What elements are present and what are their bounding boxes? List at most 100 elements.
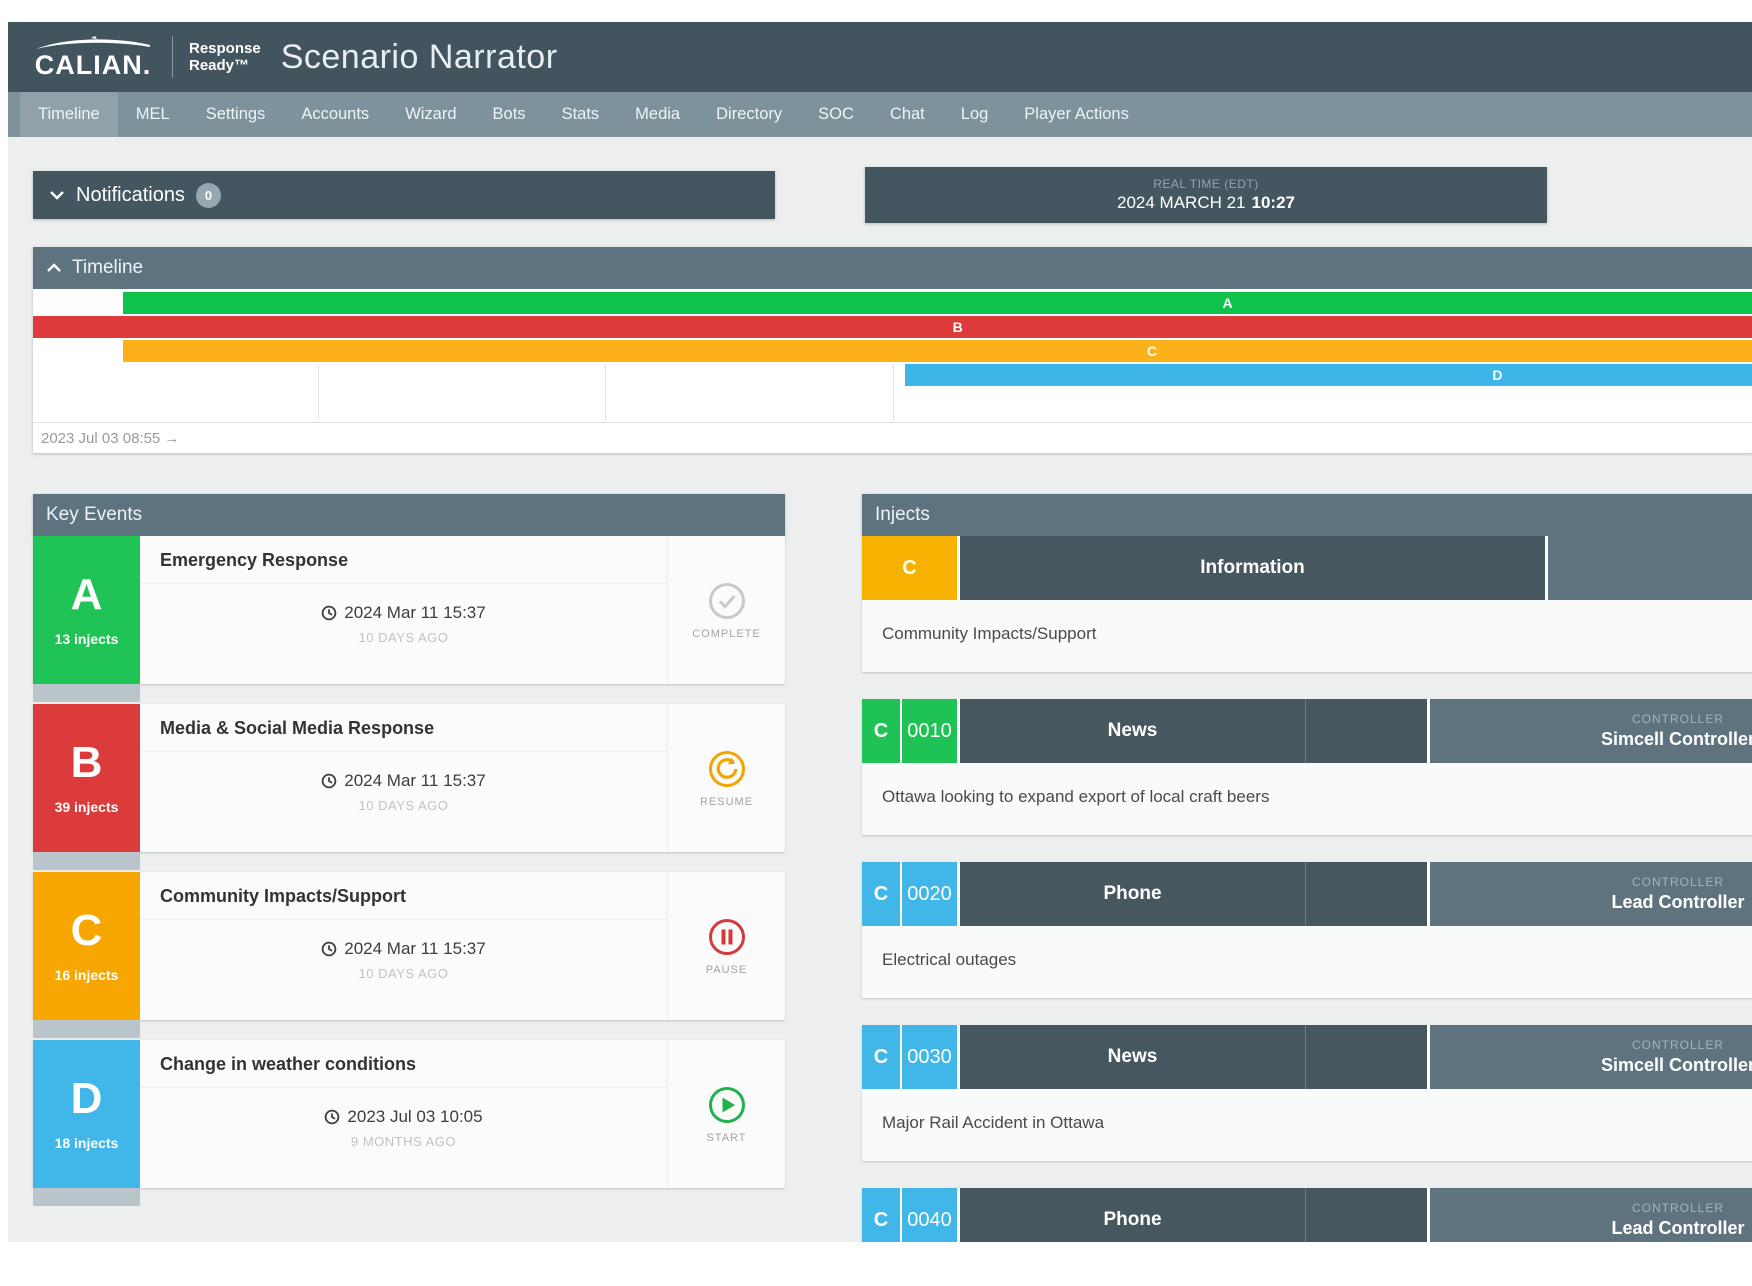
inject-body: Major Rail Accident in Ottawa — [862, 1089, 1752, 1161]
inject-item[interactable]: C 0030 News CONTROLLER Simcell Controlle… — [862, 1025, 1752, 1161]
clock-icon — [324, 1109, 340, 1125]
event-card: D 18 injects Change in weather condition… — [33, 1040, 785, 1188]
inject-controller-name: Lead Controller — [1611, 1218, 1744, 1239]
inject-controller-block: CONTROLLER Simcell Controller — [1430, 699, 1752, 763]
event-timestamp: 2024 Mar 11 15:37 — [344, 603, 485, 623]
nav-item[interactable]: Media — [617, 92, 698, 137]
injects-header: Injects — [862, 494, 1752, 536]
nav-item[interactable]: Log — [943, 92, 1007, 137]
event-timestamp: 2024 Mar 11 15:37 — [344, 771, 485, 791]
event-timestamp: 2023 Jul 03 10:05 — [347, 1107, 482, 1127]
event-title: Community Impacts/Support — [140, 872, 667, 920]
realtime-time: 10:27 — [1252, 193, 1295, 212]
inject-header-bar: C 0010 News CONTROLLER Simcell Controlle… — [862, 699, 1752, 763]
notifications-count-badge: 0 — [196, 183, 221, 208]
complete-icon — [707, 581, 747, 621]
inject-type-bar: Information — [960, 536, 1545, 600]
timeline-header[interactable]: Timeline — [33, 247, 1752, 289]
content: Notifications 0 REAL TIME (EDT) 2024 MAR… — [8, 137, 1752, 1242]
inject-controller-name: Simcell Controller — [1601, 729, 1752, 750]
event-letter: C — [71, 909, 103, 953]
nav-item[interactable]: Wizard — [387, 92, 474, 137]
brand-divider — [172, 36, 173, 78]
event-status-label: START — [706, 1132, 746, 1144]
nav-item[interactable]: Stats — [544, 92, 618, 137]
nav-item[interactable]: Bots — [475, 92, 544, 137]
notifications-bar[interactable]: Notifications 0 — [33, 171, 775, 219]
inject-item[interactable]: C 0010 News CONTROLLER Simcell Controlle… — [862, 699, 1752, 835]
inject-controller-block: CONTROLLER Lead Controller — [1430, 862, 1752, 926]
inject-item[interactable]: C 0040 Phone CONTROLLER Lead Controller — [862, 1188, 1752, 1242]
event-separator — [33, 684, 140, 702]
brand-logo[interactable]: CALIAN. — [34, 36, 152, 79]
chevron-down-icon — [49, 190, 65, 200]
event-inject-count: 13 injects — [55, 631, 119, 647]
event-ago: 10 DAYS AGO — [140, 630, 667, 645]
inject-letter-block: C — [862, 699, 900, 763]
notifications-label: Notifications — [76, 184, 185, 207]
inject-item[interactable]: C 0020 Phone CONTROLLER Lead Controller … — [862, 862, 1752, 998]
timeline-bar[interactable] — [905, 364, 1752, 386]
page: CALIAN. Response Ready™ Scenario Narrato… — [0, 0, 1752, 1242]
inject-controller-label: CONTROLLER — [1632, 1038, 1724, 1052]
event-card: A 13 injects Emergency Response 2024 Mar… — [33, 536, 785, 684]
event-letter: B — [71, 741, 103, 785]
nav-item[interactable]: Chat — [872, 92, 943, 137]
inject-number-block: 0020 — [902, 862, 957, 926]
event-inject-count: 39 injects — [55, 799, 119, 815]
event-time-row: 2024 Mar 11 15:37 — [140, 771, 667, 791]
timeline-bar[interactable] — [123, 340, 1752, 362]
nav-item[interactable]: SOC — [800, 92, 872, 137]
inject-controller-block: CONTROLLER Lead Controller — [1430, 1188, 1752, 1242]
inject-letter-block: C — [862, 862, 900, 926]
nav-item[interactable]: Accounts — [283, 92, 387, 137]
timeline-track: B — [33, 316, 1752, 338]
inject-letter-block: C — [862, 1188, 900, 1242]
event-status-button[interactable]: RESUME — [668, 704, 785, 852]
event-time-row: 2024 Mar 11 15:37 — [140, 603, 667, 623]
nav-item[interactable]: Timeline — [20, 92, 118, 137]
inject-controller-label: CONTROLLER — [1632, 712, 1724, 726]
event-status-button[interactable]: START — [668, 1040, 785, 1188]
event-status-label: PAUSE — [706, 964, 747, 976]
realtime-date: 2024 MARCH 21 — [1117, 193, 1246, 212]
event-ago: 10 DAYS AGO — [140, 966, 667, 981]
event-status-button[interactable]: COMPLETE — [668, 536, 785, 684]
realtime-datetime: 2024 MARCH 21 10:27 — [1117, 193, 1295, 213]
timeline-track: D — [33, 364, 1752, 420]
inject-type-spacer — [1305, 1025, 1427, 1089]
nav-item[interactable]: Directory — [698, 92, 800, 137]
product-line1: Response — [189, 40, 261, 57]
inject-body: Community Impacts/Support — [862, 600, 1752, 672]
event-color-block: A 13 injects — [33, 536, 140, 684]
inject-controller-block: CONTROLLER Simcell Controller — [1430, 1025, 1752, 1089]
event-letter: D — [71, 1077, 103, 1121]
nav-item[interactable]: Settings — [188, 92, 284, 137]
timeline-panel: Timeline A B C D 2023 Jul 03 08:55 → — [33, 247, 1752, 453]
inject-item[interactable]: C Information Community Impacts/Support — [862, 536, 1752, 672]
inject-header-bar: C 0040 Phone CONTROLLER Lead Controller — [862, 1188, 1752, 1242]
timeline-start-label: 2023 Jul 03 08:55 → — [33, 422, 1752, 453]
inject-type-spacer — [1305, 862, 1427, 926]
inject-body: Electrical outages — [862, 926, 1752, 998]
inject-type-spacer — [1305, 699, 1427, 763]
event-status-button[interactable]: PAUSE — [668, 872, 785, 1020]
inject-number-block: 0010 — [902, 699, 957, 763]
nav-item[interactable]: Player Actions — [1006, 92, 1147, 137]
realtime-panel: REAL TIME (EDT) 2024 MARCH 21 10:27 — [865, 167, 1547, 223]
nav-item[interactable]: MEL — [118, 92, 188, 137]
event-title: Emergency Response — [140, 536, 667, 584]
event-time-row: 2024 Mar 11 15:37 — [140, 939, 667, 959]
event-color-block: C 16 injects — [33, 872, 140, 1020]
event-inject-count: 18 injects — [55, 1135, 119, 1151]
inject-type-bar: Phone — [960, 1188, 1305, 1242]
realtime-label: REAL TIME (EDT) — [1153, 177, 1259, 191]
key-events-panel: Key Events A 13 injects Emergency Respon… — [33, 494, 785, 1208]
clock-icon — [321, 773, 337, 789]
inject-letter-block: C — [862, 536, 957, 600]
injects-list: C Information Community Impacts/Support … — [862, 536, 1752, 1242]
timeline-bar-label: A — [1223, 292, 1233, 314]
clock-icon — [321, 605, 337, 621]
timeline-bar[interactable] — [33, 316, 1752, 338]
timeline-bar[interactable] — [123, 292, 1752, 314]
